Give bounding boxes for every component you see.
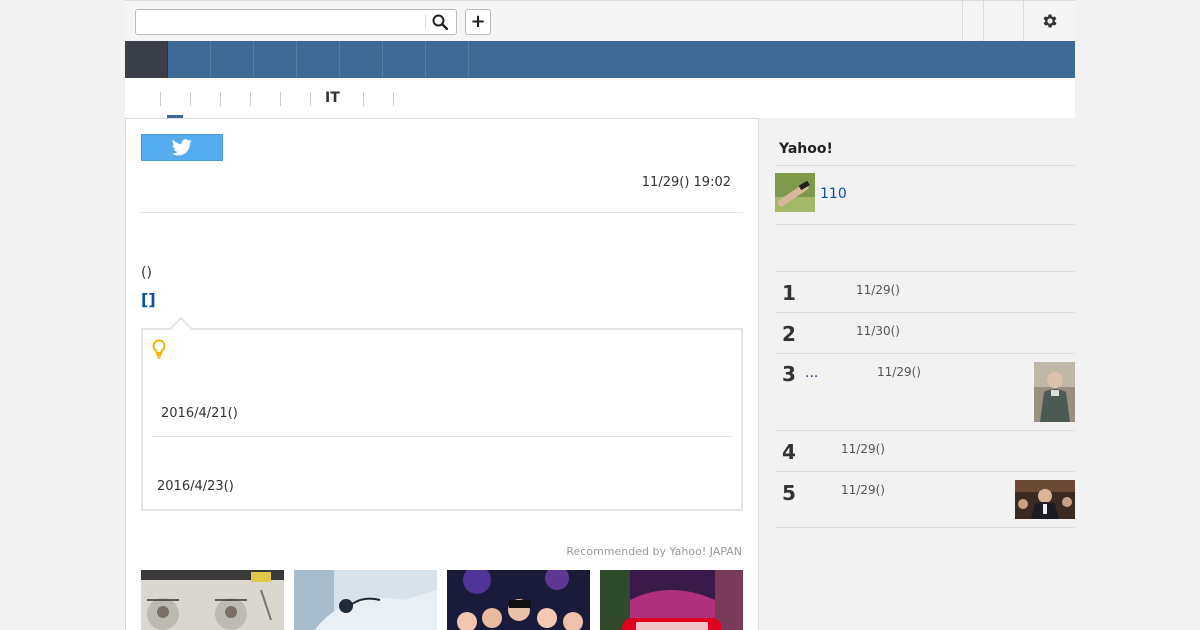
recommend-thumbnail[interactable] xyxy=(294,570,437,630)
rank-date: 11/29() xyxy=(841,483,885,497)
related-articles-box: 2016/4/21() 2016/4/23() xyxy=(141,316,743,511)
subnav-item[interactable] xyxy=(190,92,191,106)
rank-date: 11/30() xyxy=(856,324,900,338)
nav-tab[interactable] xyxy=(340,41,383,78)
nav-tab[interactable] xyxy=(254,41,297,78)
subnav-item[interactable] xyxy=(393,92,394,106)
subnav-item[interactable] xyxy=(220,92,221,106)
article-date: 11/29() 19:02 xyxy=(641,175,731,190)
sidebar-heading: Yahoo! xyxy=(779,141,833,157)
ranking-item[interactable]: 4 11/29() xyxy=(775,431,1075,472)
recommend-credit: Recommended by Yahoo! JAPAN xyxy=(566,545,742,558)
subnav-item[interactable] xyxy=(310,92,311,106)
main-nav xyxy=(125,41,1075,78)
article-source: () xyxy=(141,265,152,281)
divider xyxy=(775,224,1075,225)
toolbar-divider xyxy=(983,1,984,41)
rank-date: 11/29() xyxy=(877,365,921,379)
add-button[interactable]: + xyxy=(465,9,491,35)
rank-date: 11/29() xyxy=(856,283,900,297)
subnav-item-it[interactable]: IT xyxy=(325,90,340,106)
rank-number: 5 xyxy=(782,481,796,505)
nav-tab-home[interactable] xyxy=(125,41,168,78)
search-button[interactable] xyxy=(426,11,454,33)
search-input[interactable] xyxy=(138,12,423,32)
rank-number: 2 xyxy=(782,322,796,346)
gear-icon xyxy=(1043,14,1057,28)
twitter-icon xyxy=(172,139,192,156)
recommend-thumbnail[interactable] xyxy=(141,570,284,630)
subnav-item[interactable] xyxy=(250,92,251,106)
ranking-item[interactable]: 3 ... 11/29() xyxy=(775,354,1075,431)
search-icon xyxy=(432,14,448,30)
nav-tab[interactable] xyxy=(211,41,254,78)
sidebar: Yahoo! 110 1 11/29() 2 11/30() 3 ... 11/… xyxy=(775,118,1075,630)
box-pointer xyxy=(169,316,193,340)
category-subnav: IT xyxy=(125,78,1075,118)
nav-tab[interactable] xyxy=(168,41,211,78)
ranking-item[interactable]: 5 11/29() xyxy=(775,472,1075,527)
rank-thumbnail[interactable] xyxy=(1015,480,1075,519)
article-main: 11/29() 19:02 () [] 2016/4/21() 2016/4/2… xyxy=(125,118,759,630)
ranking-item[interactable]: 2 11/30() xyxy=(775,313,1075,354)
article-link[interactable]: [] xyxy=(141,290,156,309)
top-bar: + xyxy=(125,0,1075,41)
nav-tab[interactable] xyxy=(426,41,469,78)
recommend-thumbnail[interactable] xyxy=(600,570,743,630)
divider xyxy=(141,212,743,213)
rank-thumbnail[interactable] xyxy=(1034,362,1075,422)
nav-tab[interactable] xyxy=(297,41,340,78)
rank-number: 3 xyxy=(782,362,796,386)
toolbar-divider xyxy=(962,1,963,41)
rank-number: 1 xyxy=(782,281,796,305)
tweet-button[interactable] xyxy=(141,134,223,161)
divider xyxy=(775,527,1075,528)
rank-title[interactable]: ... xyxy=(805,365,818,381)
subnav-item[interactable] xyxy=(280,92,281,106)
subnav-item[interactable] xyxy=(363,92,364,106)
rank-number: 4 xyxy=(782,440,796,464)
search-box xyxy=(135,9,457,35)
lightbulb-icon xyxy=(151,339,167,363)
plus-icon: + xyxy=(470,11,486,32)
ranking-item[interactable]: 1 11/29() xyxy=(775,272,1075,313)
recommend-thumbnail[interactable] xyxy=(447,570,590,630)
rank-date: 11/29() xyxy=(841,442,885,456)
ad-thumbnail[interactable] xyxy=(775,173,815,212)
ad-link[interactable]: 110 xyxy=(820,186,847,202)
settings-button[interactable] xyxy=(1033,9,1067,33)
nav-tab[interactable] xyxy=(383,41,426,78)
related-date: 2016/4/23() xyxy=(157,479,234,494)
related-date: 2016/4/21() xyxy=(161,406,238,421)
subnav-item[interactable] xyxy=(160,92,161,106)
divider xyxy=(775,165,1075,166)
divider xyxy=(152,436,731,437)
toolbar-divider xyxy=(1023,1,1024,41)
